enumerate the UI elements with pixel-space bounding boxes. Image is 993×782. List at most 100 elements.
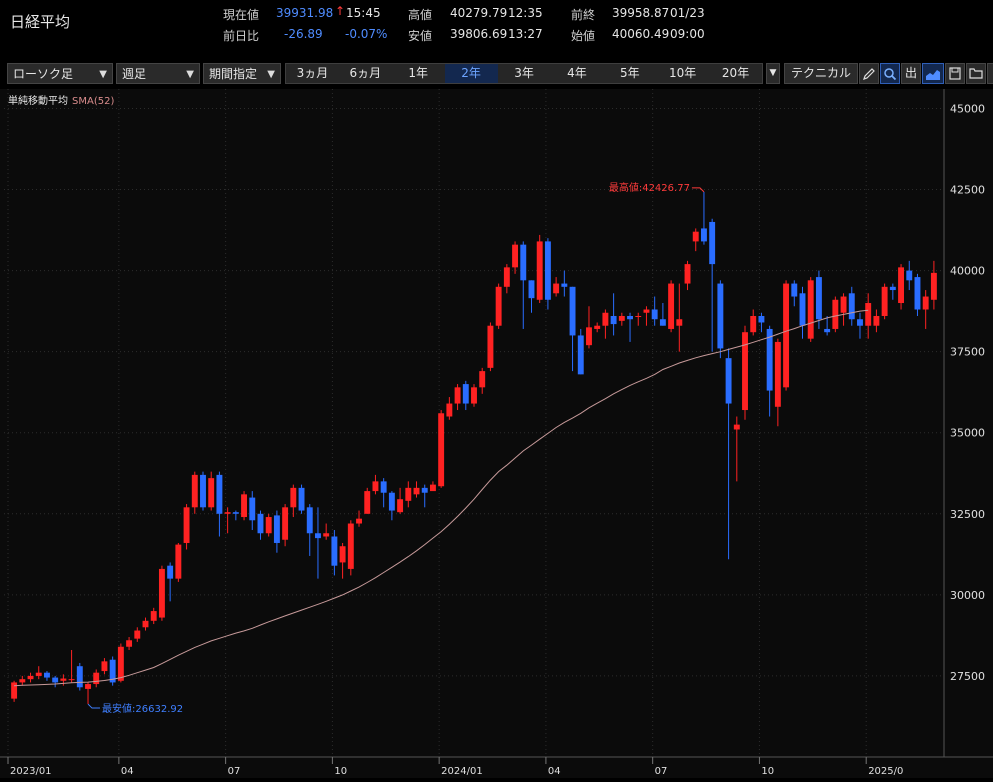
candle-body <box>68 679 75 681</box>
candle-body <box>175 544 182 579</box>
max-label: 最高値:42426.77 <box>609 181 690 194</box>
draw-pencil-icon[interactable] <box>859 63 879 84</box>
chart-type-label: ローソク足 <box>13 67 74 81</box>
period-button-5y[interactable]: 5年 <box>603 64 656 83</box>
x-tick-label: 04 <box>121 766 134 777</box>
open-value: 40060.49 <box>612 27 670 41</box>
annotations: 最高値:42426.77 最安値:26632.92 <box>87 181 705 715</box>
candle-body <box>323 533 330 537</box>
period-button-6m[interactable]: 6ヵ月 <box>339 64 392 83</box>
chart-toolbar: ローソク足 ▼ 週足 ▼ 期間指定 ▼ 3ヵ月 6ヵ月 1年 2年 3年 4年 … <box>0 60 993 87</box>
x-tick-label: 07 <box>228 766 241 777</box>
candle-body <box>668 283 675 329</box>
candle-body <box>134 630 141 639</box>
candle-body <box>857 319 863 326</box>
interval-label: 週足 <box>122 67 147 81</box>
up-arrow-icon: ↑ <box>335 4 346 18</box>
candle-body <box>257 513 264 534</box>
min-leader <box>87 703 101 709</box>
current-value: 39931.98 <box>276 6 334 20</box>
chart-type-select[interactable]: ローソク足 ▼ <box>7 63 113 84</box>
y-tick-label: 30000 <box>950 589 985 602</box>
candle-body <box>922 296 929 310</box>
quote-header: 日経平均 現在値 39931.98 ↑ 15:45 高値 40279.79 12… <box>0 0 993 56</box>
period-button-4y[interactable]: 4年 <box>550 64 603 83</box>
candle-body <box>462 384 469 404</box>
candle-body <box>602 312 609 326</box>
candle-body <box>306 507 313 534</box>
chart-area[interactable]: 最高値:42426.77 最安値:26632.92 27500 30000 32500… <box>0 89 993 778</box>
candle-body <box>471 387 477 404</box>
candle-body <box>627 315 633 320</box>
candle-body <box>273 515 280 543</box>
x-tick-label: 2023/01 <box>10 766 52 777</box>
candle-body <box>35 672 42 676</box>
candle-body <box>479 371 486 388</box>
indicator-legend: 単純移動平均 SMA(52) <box>8 92 114 107</box>
candle-body <box>618 315 625 321</box>
candle-body <box>889 286 896 291</box>
candle-body <box>405 487 412 501</box>
volume-icon[interactable]: 出 <box>901 63 921 84</box>
candle-body <box>898 267 905 304</box>
candle-body <box>27 675 34 680</box>
candle-body <box>43 672 50 678</box>
x-tick-label: 10 <box>334 766 347 777</box>
candle-body <box>815 277 822 320</box>
y-tick-label: 42500 <box>950 184 985 197</box>
y-tick-label: 27500 <box>950 670 985 683</box>
period-button-1y[interactable]: 1年 <box>392 64 445 83</box>
period-button-3m[interactable]: 3ヵ月 <box>286 64 339 83</box>
candle-body <box>651 309 658 320</box>
more-tools-icon[interactable] <box>987 63 993 84</box>
candle-body <box>76 666 83 688</box>
candle-body <box>758 315 765 323</box>
y-tick-label: 32500 <box>950 508 985 521</box>
open-label: 始値 <box>571 29 596 43</box>
candle-body <box>512 244 519 268</box>
candle-body <box>339 546 346 563</box>
period-button-20y[interactable]: 20年 <box>709 64 762 83</box>
period-button-10y[interactable]: 10年 <box>656 64 709 83</box>
technical-button[interactable]: テクニカル <box>784 63 858 84</box>
change-value: -26.89 <box>284 27 323 41</box>
candle-body <box>848 293 855 320</box>
x-tick-label: 10 <box>761 766 774 777</box>
change-percent: -0.07% <box>345 27 388 41</box>
x-tick-label: 07 <box>655 766 668 777</box>
candle-body <box>11 682 18 699</box>
candle-body <box>208 478 215 508</box>
interval-select[interactable]: 週足 ▼ <box>116 63 200 84</box>
candle-body <box>380 481 387 493</box>
period-more-dropdown[interactable]: ▼ <box>766 63 780 84</box>
zoom-search-icon[interactable] <box>880 63 900 84</box>
candle-body <box>544 241 551 300</box>
candle-body <box>241 494 248 518</box>
candle-body <box>183 507 190 543</box>
high-label: 高値 <box>408 8 433 22</box>
period-button-3y[interactable]: 3年 <box>498 64 551 83</box>
save-icon[interactable] <box>945 63 965 84</box>
candle-body <box>873 315 880 326</box>
y-tick-label: 37500 <box>950 346 985 359</box>
y-tick-label: 40000 <box>950 265 985 278</box>
candle-body <box>117 646 124 681</box>
candle-body <box>783 283 790 388</box>
candle-body <box>725 358 732 404</box>
candle-body <box>824 328 831 333</box>
candle-body <box>906 270 913 281</box>
candle-body <box>643 309 650 313</box>
candle-body <box>553 283 560 294</box>
period-select[interactable]: 期間指定 ▼ <box>203 63 281 84</box>
candle-body <box>101 661 108 672</box>
candle-body <box>315 533 321 539</box>
candle-body <box>832 299 839 329</box>
candle-body <box>142 620 149 628</box>
folder-icon[interactable] <box>966 63 986 84</box>
period-button-2y[interactable]: 2年 <box>444 64 498 83</box>
area-chart-icon[interactable] <box>922 63 944 84</box>
current-label: 現在値 <box>223 8 260 22</box>
sma-legend: SMA(52) <box>72 96 115 107</box>
candlestick-chart[interactable]: 最高値:42426.77 最安値:26632.92 27500 30000 32500… <box>0 89 993 778</box>
low-label: 安値 <box>408 29 433 43</box>
